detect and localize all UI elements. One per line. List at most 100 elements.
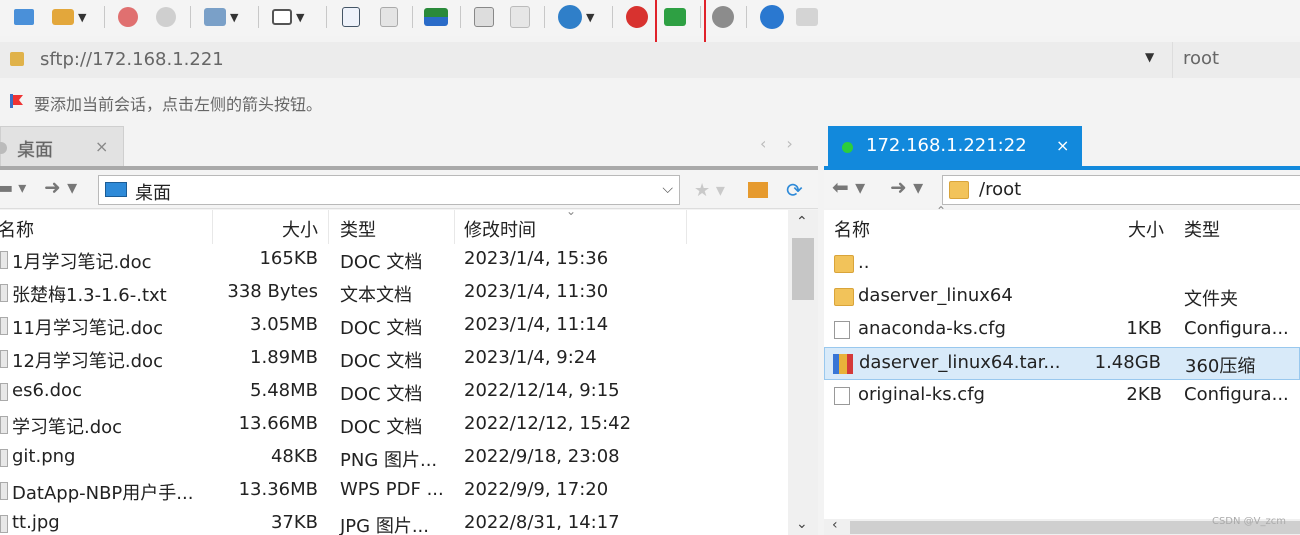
file-type: 360压缩: [1185, 356, 1256, 377]
table-row-selected[interactable]: daserver_linux64.tar... 1.48GB 360压缩: [824, 347, 1300, 380]
file-modified: 2022/9/9, 17:20: [464, 479, 609, 500]
file-name: 张楚梅1.3-1.6-.txt: [12, 285, 167, 306]
close-icon[interactable]: ×: [95, 137, 108, 156]
scroll-down-icon[interactable]: ⌄: [796, 516, 808, 532]
column-divider: [686, 210, 687, 244]
chevron-down-icon[interactable]: ⌵: [662, 181, 673, 197]
table-row[interactable]: git.png 48KB PNG 图片... 2022/9/18, 23:08: [0, 442, 788, 475]
table-row[interactable]: 学习笔记.doc 13.66MB DOC 文档 2022/12/12, 15:42: [0, 409, 788, 442]
column-header-type[interactable]: 类型: [1184, 216, 1220, 242]
gear-icon: [712, 6, 734, 28]
file-modified: 2022/9/18, 23:08: [464, 446, 620, 467]
back-button[interactable]: ⬅ ▾: [832, 175, 865, 199]
file-modified: 2023/1/4, 11:30: [464, 281, 609, 302]
file-icon: [0, 284, 8, 302]
new-session-button[interactable]: [14, 4, 34, 30]
flag-arrow-icon[interactable]: [8, 93, 24, 109]
file-icon: [0, 416, 8, 434]
chevron-down-icon[interactable]: ▼: [1145, 50, 1154, 64]
terminal-button[interactable]: ▼: [272, 4, 304, 30]
file-name: DatApp-NBP用户手...: [12, 483, 194, 504]
back-button[interactable]: ▬ ▾: [0, 178, 26, 197]
config-file-icon: [834, 387, 850, 405]
file-name: daserver_linux64.tar...: [859, 352, 1061, 373]
table-row[interactable]: 11月学习笔记.doc 3.05MB DOC 文档 2023/1/4, 11:14: [0, 310, 788, 343]
scroll-thumb[interactable]: [792, 238, 814, 300]
column-header-size[interactable]: 大小: [282, 216, 318, 242]
table-row[interactable]: tt.jpg 37KB JPG 图片... 2022/8/31, 14:17: [0, 508, 788, 535]
column-header-modified[interactable]: 修改时间: [464, 216, 536, 242]
forward-button[interactable]: ➜ ▾: [44, 175, 77, 199]
sort-chevron-icon: ⌄: [566, 204, 577, 218]
download-button[interactable]: [380, 4, 398, 30]
file-modified: 2022/12/12, 15:42: [464, 413, 632, 434]
tab-scroll-arrows[interactable]: ‹›: [760, 134, 813, 153]
table-row[interactable]: 张楚梅1.3-1.6-.txt 338 Bytes 文本文档 2023/1/4, 11…: [0, 277, 788, 310]
file-icon: [0, 350, 8, 368]
column-header-name[interactable]: 名称: [0, 216, 34, 242]
address-url: sftp://172.168.1.221: [40, 49, 224, 70]
upload-button[interactable]: [342, 4, 360, 30]
toolbar-separator: [104, 6, 105, 28]
file-size: 338 Bytes: [227, 281, 318, 302]
local-pane: 桌面 × ‹› ▬ ▾ ➜ ▾ 桌面 ⌵ ★ ▾ ⟳ 名称 大小 类型 修改时间…: [0, 122, 820, 535]
column-header-name[interactable]: 名称: [834, 216, 870, 242]
file-type: DOC 文档: [340, 417, 423, 438]
copy-button[interactable]: [474, 4, 494, 30]
sync-button[interactable]: [424, 4, 448, 30]
column-header-size[interactable]: 大小: [1128, 216, 1164, 242]
tab-local[interactable]: 桌面 ×: [0, 126, 124, 167]
file-size: 13.36MB: [238, 479, 318, 500]
chat-button[interactable]: [796, 4, 818, 30]
toolbar-separator: [326, 6, 327, 28]
table-row[interactable]: ..: [824, 248, 1300, 281]
lock-icon: [10, 52, 24, 66]
file-size: 1.89MB: [250, 347, 318, 368]
file-type: WPS PDF ...: [340, 479, 444, 500]
table-row[interactable]: daserver_linux64 文件夹: [824, 281, 1300, 314]
local-path-input[interactable]: 桌面 ⌵: [98, 175, 680, 205]
table-row[interactable]: 1月学习笔记.doc 165KB DOC 文档 2023/1/4, 15:36: [0, 244, 788, 277]
file-size: 1KB: [1126, 318, 1162, 339]
open-folder-button[interactable]: ▼: [52, 4, 86, 30]
column-header-type[interactable]: 类型: [340, 216, 376, 242]
folder-icon: [949, 181, 969, 199]
close-icon[interactable]: ×: [1056, 136, 1069, 155]
home-icon[interactable]: [748, 182, 768, 198]
xshell-button[interactable]: [626, 4, 648, 30]
help-button[interactable]: [760, 4, 784, 30]
settings-button[interactable]: [712, 4, 734, 30]
table-row[interactable]: 12月学习笔记.doc 1.89MB DOC 文档 2023/1/4, 9:24: [0, 343, 788, 376]
remote-path-input[interactable]: /root: [942, 175, 1300, 205]
archive-icon: [833, 354, 853, 374]
local-vertical-scrollbar[interactable]: ⌃ ⌄: [788, 210, 818, 535]
session-hint: 要添加当前会话，点击左侧的箭头按钮。: [0, 86, 1300, 118]
tab-local-title: 桌面: [17, 140, 53, 161]
scroll-up-icon[interactable]: ⌃: [796, 214, 808, 230]
address-input[interactable]: sftp://172.168.1.221 ▼: [0, 42, 1168, 78]
file-icon: [0, 317, 8, 335]
table-row[interactable]: DatApp-NBP用户手... 13.36MB WPS PDF ... 2022/9…: [0, 475, 788, 508]
tab-remote[interactable]: 172.168.1.221:22 ×: [828, 126, 1082, 166]
table-row[interactable]: anaconda-ks.cfg 1KB Configura...: [824, 314, 1300, 347]
table-row[interactable]: original-ks.cfg 2KB Configura...: [824, 380, 1300, 413]
globe-button[interactable]: ▼: [558, 4, 594, 30]
username-input[interactable]: root: [1172, 42, 1300, 78]
new-session-icon: [14, 9, 34, 25]
local-nav-bar: ▬ ▾ ➜ ▾ 桌面 ⌵ ★ ▾ ⟳: [0, 170, 818, 209]
file-name: anaconda-ks.cfg: [858, 318, 1006, 339]
file-modified: 2022/8/31, 14:17: [464, 512, 620, 533]
table-row[interactable]: es6.doc 5.48MB DOC 文档 2022/12/14, 9:15: [0, 376, 788, 409]
file-type: DOC 文档: [340, 318, 423, 339]
file-type: JPG 图片...: [340, 516, 429, 535]
properties-button[interactable]: ▼: [204, 4, 238, 30]
scroll-left-icon[interactable]: ‹: [832, 517, 838, 533]
connect-button[interactable]: [118, 4, 138, 30]
star-icon[interactable]: ★ ▾: [694, 180, 725, 201]
chevron-down-icon: ▼: [586, 10, 595, 24]
forward-button[interactable]: ➜ ▾: [890, 175, 923, 199]
paste-button[interactable]: [510, 4, 530, 30]
disconnect-button[interactable]: [156, 4, 176, 30]
refresh-icon[interactable]: ⟳: [786, 178, 803, 202]
remote-pane: 172.168.1.221:22 × ⬅ ▾ ➜ ▾ /root 名称 ⌃ 大小…: [824, 122, 1300, 535]
